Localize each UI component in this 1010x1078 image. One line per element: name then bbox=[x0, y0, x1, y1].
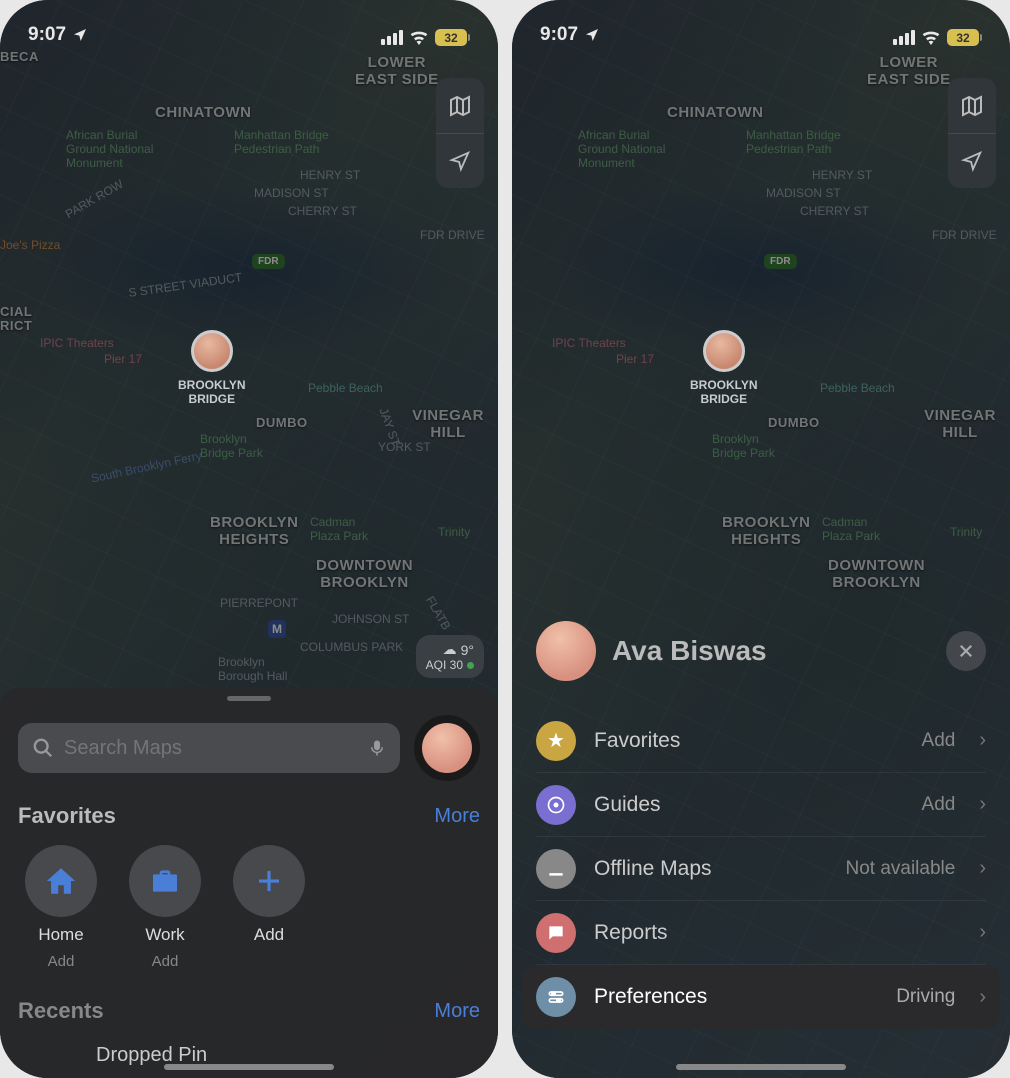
location-arrow-icon bbox=[72, 27, 88, 43]
cellular-icon bbox=[893, 30, 915, 45]
search-sheet[interactable]: Favorites More Home Add Work Add Add Rec… bbox=[0, 688, 498, 1078]
avatar-image bbox=[422, 723, 472, 773]
pin-label: BROOKLYN BRIDGE bbox=[690, 378, 758, 406]
weather-temp: 9° bbox=[461, 642, 474, 658]
recents-more-link[interactable]: More bbox=[434, 1000, 480, 1023]
menu-item-guides[interactable]: Guides Add › bbox=[536, 773, 986, 837]
pin-avatar bbox=[703, 330, 745, 372]
menu-trail: Not available bbox=[845, 858, 955, 880]
favorite-home[interactable]: Home Add bbox=[22, 845, 100, 970]
battery-icon: 32 bbox=[947, 29, 982, 46]
sheet-grabber[interactable] bbox=[227, 696, 271, 701]
profile-menu: ★ Favorites Add › Guides Add › Offline M… bbox=[536, 709, 986, 1029]
aqi-indicator-icon bbox=[467, 662, 474, 669]
chevron-right-icon: › bbox=[979, 986, 986, 1009]
map-mode-button[interactable] bbox=[436, 78, 484, 133]
menu-item-preferences[interactable]: Preferences Driving › bbox=[522, 965, 1000, 1029]
search-icon bbox=[32, 737, 54, 759]
profile-avatar[interactable] bbox=[536, 621, 596, 681]
weather-chip[interactable]: ☁ 9° AQI 30 bbox=[416, 635, 484, 678]
chevron-right-icon: › bbox=[979, 857, 986, 880]
pin-avatar bbox=[191, 330, 233, 372]
user-location-pin[interactable]: BROOKLYN BRIDGE bbox=[178, 330, 246, 406]
menu-item-reports[interactable]: Reports › bbox=[536, 901, 986, 965]
mic-icon[interactable] bbox=[368, 737, 386, 759]
cloud-icon: ☁ bbox=[443, 641, 457, 658]
menu-label: Guides bbox=[594, 793, 904, 817]
battery-icon: 32 bbox=[435, 29, 470, 46]
wifi-icon bbox=[921, 30, 941, 45]
locate-me-button[interactable] bbox=[948, 133, 996, 188]
battery-level: 32 bbox=[444, 31, 457, 45]
menu-label: Favorites bbox=[594, 729, 904, 753]
status-bar: 9:07 32 bbox=[512, 0, 1010, 50]
menu-item-favorites[interactable]: ★ Favorites Add › bbox=[536, 709, 986, 773]
favorites-more-link[interactable]: More bbox=[434, 805, 480, 828]
recents-title: Recents bbox=[18, 998, 104, 1024]
favorite-label: Add bbox=[254, 925, 284, 945]
menu-trail: Add bbox=[922, 730, 956, 752]
menu-label: Offline Maps bbox=[594, 857, 827, 881]
screenshot-right: LOWER EAST SIDE CHINATOWN BROOKLYN HEIGH… bbox=[512, 0, 1010, 1078]
favorite-work[interactable]: Work Add bbox=[126, 845, 204, 970]
weather-aqi: AQI 30 bbox=[426, 658, 463, 672]
chevron-right-icon: › bbox=[979, 729, 986, 752]
chevron-right-icon: › bbox=[979, 921, 986, 944]
status-time: 9:07 bbox=[540, 24, 578, 46]
battery-level: 32 bbox=[956, 31, 969, 45]
menu-label: Reports bbox=[594, 921, 961, 945]
screenshot-left: LOWER EAST SIDE CHINATOWN BROOKLYN HEIGH… bbox=[0, 0, 498, 1078]
menu-label: Preferences bbox=[594, 985, 878, 1009]
home-indicator[interactable] bbox=[676, 1064, 846, 1070]
menu-trail: Driving bbox=[896, 986, 955, 1008]
chevron-right-icon: › bbox=[979, 793, 986, 816]
close-icon bbox=[957, 642, 975, 660]
briefcase-icon bbox=[129, 845, 201, 917]
profile-name: Ava Biswas bbox=[612, 635, 930, 667]
cellular-icon bbox=[381, 30, 403, 45]
map-controls bbox=[436, 78, 484, 188]
status-time: 9:07 bbox=[28, 24, 66, 46]
profile-panel: Ava Biswas ★ Favorites Add › Guides Add … bbox=[512, 603, 1010, 1078]
locate-me-button[interactable] bbox=[436, 133, 484, 188]
wifi-icon bbox=[409, 30, 429, 45]
search-input[interactable] bbox=[64, 737, 358, 760]
favorite-sublabel: Add bbox=[152, 953, 179, 970]
location-arrow-icon bbox=[584, 27, 600, 43]
home-indicator[interactable] bbox=[164, 1064, 334, 1070]
favorite-label: Work bbox=[145, 925, 184, 945]
pin-label: BROOKLYN BRIDGE bbox=[178, 378, 246, 406]
guides-icon bbox=[536, 785, 576, 825]
favorite-sublabel: Add bbox=[48, 953, 75, 970]
star-icon: ★ bbox=[536, 721, 576, 761]
favorite-add[interactable]: Add bbox=[230, 845, 308, 970]
search-field[interactable] bbox=[18, 723, 400, 773]
home-icon bbox=[25, 845, 97, 917]
user-location-pin[interactable]: BROOKLYN BRIDGE bbox=[690, 330, 758, 406]
chat-icon bbox=[536, 913, 576, 953]
plus-icon bbox=[233, 845, 305, 917]
map-mode-button[interactable] bbox=[948, 78, 996, 133]
favorites-title: Favorites bbox=[18, 803, 116, 829]
close-button[interactable] bbox=[946, 631, 986, 671]
menu-trail: Add bbox=[922, 794, 956, 816]
map-controls bbox=[948, 78, 996, 188]
status-bar: 9:07 32 bbox=[0, 0, 498, 50]
sliders-icon bbox=[536, 977, 576, 1017]
profile-avatar-button[interactable] bbox=[414, 715, 480, 781]
favorite-label: Home bbox=[38, 925, 83, 945]
menu-item-offline-maps[interactable]: Offline Maps Not available › bbox=[536, 837, 986, 901]
download-icon bbox=[536, 849, 576, 889]
